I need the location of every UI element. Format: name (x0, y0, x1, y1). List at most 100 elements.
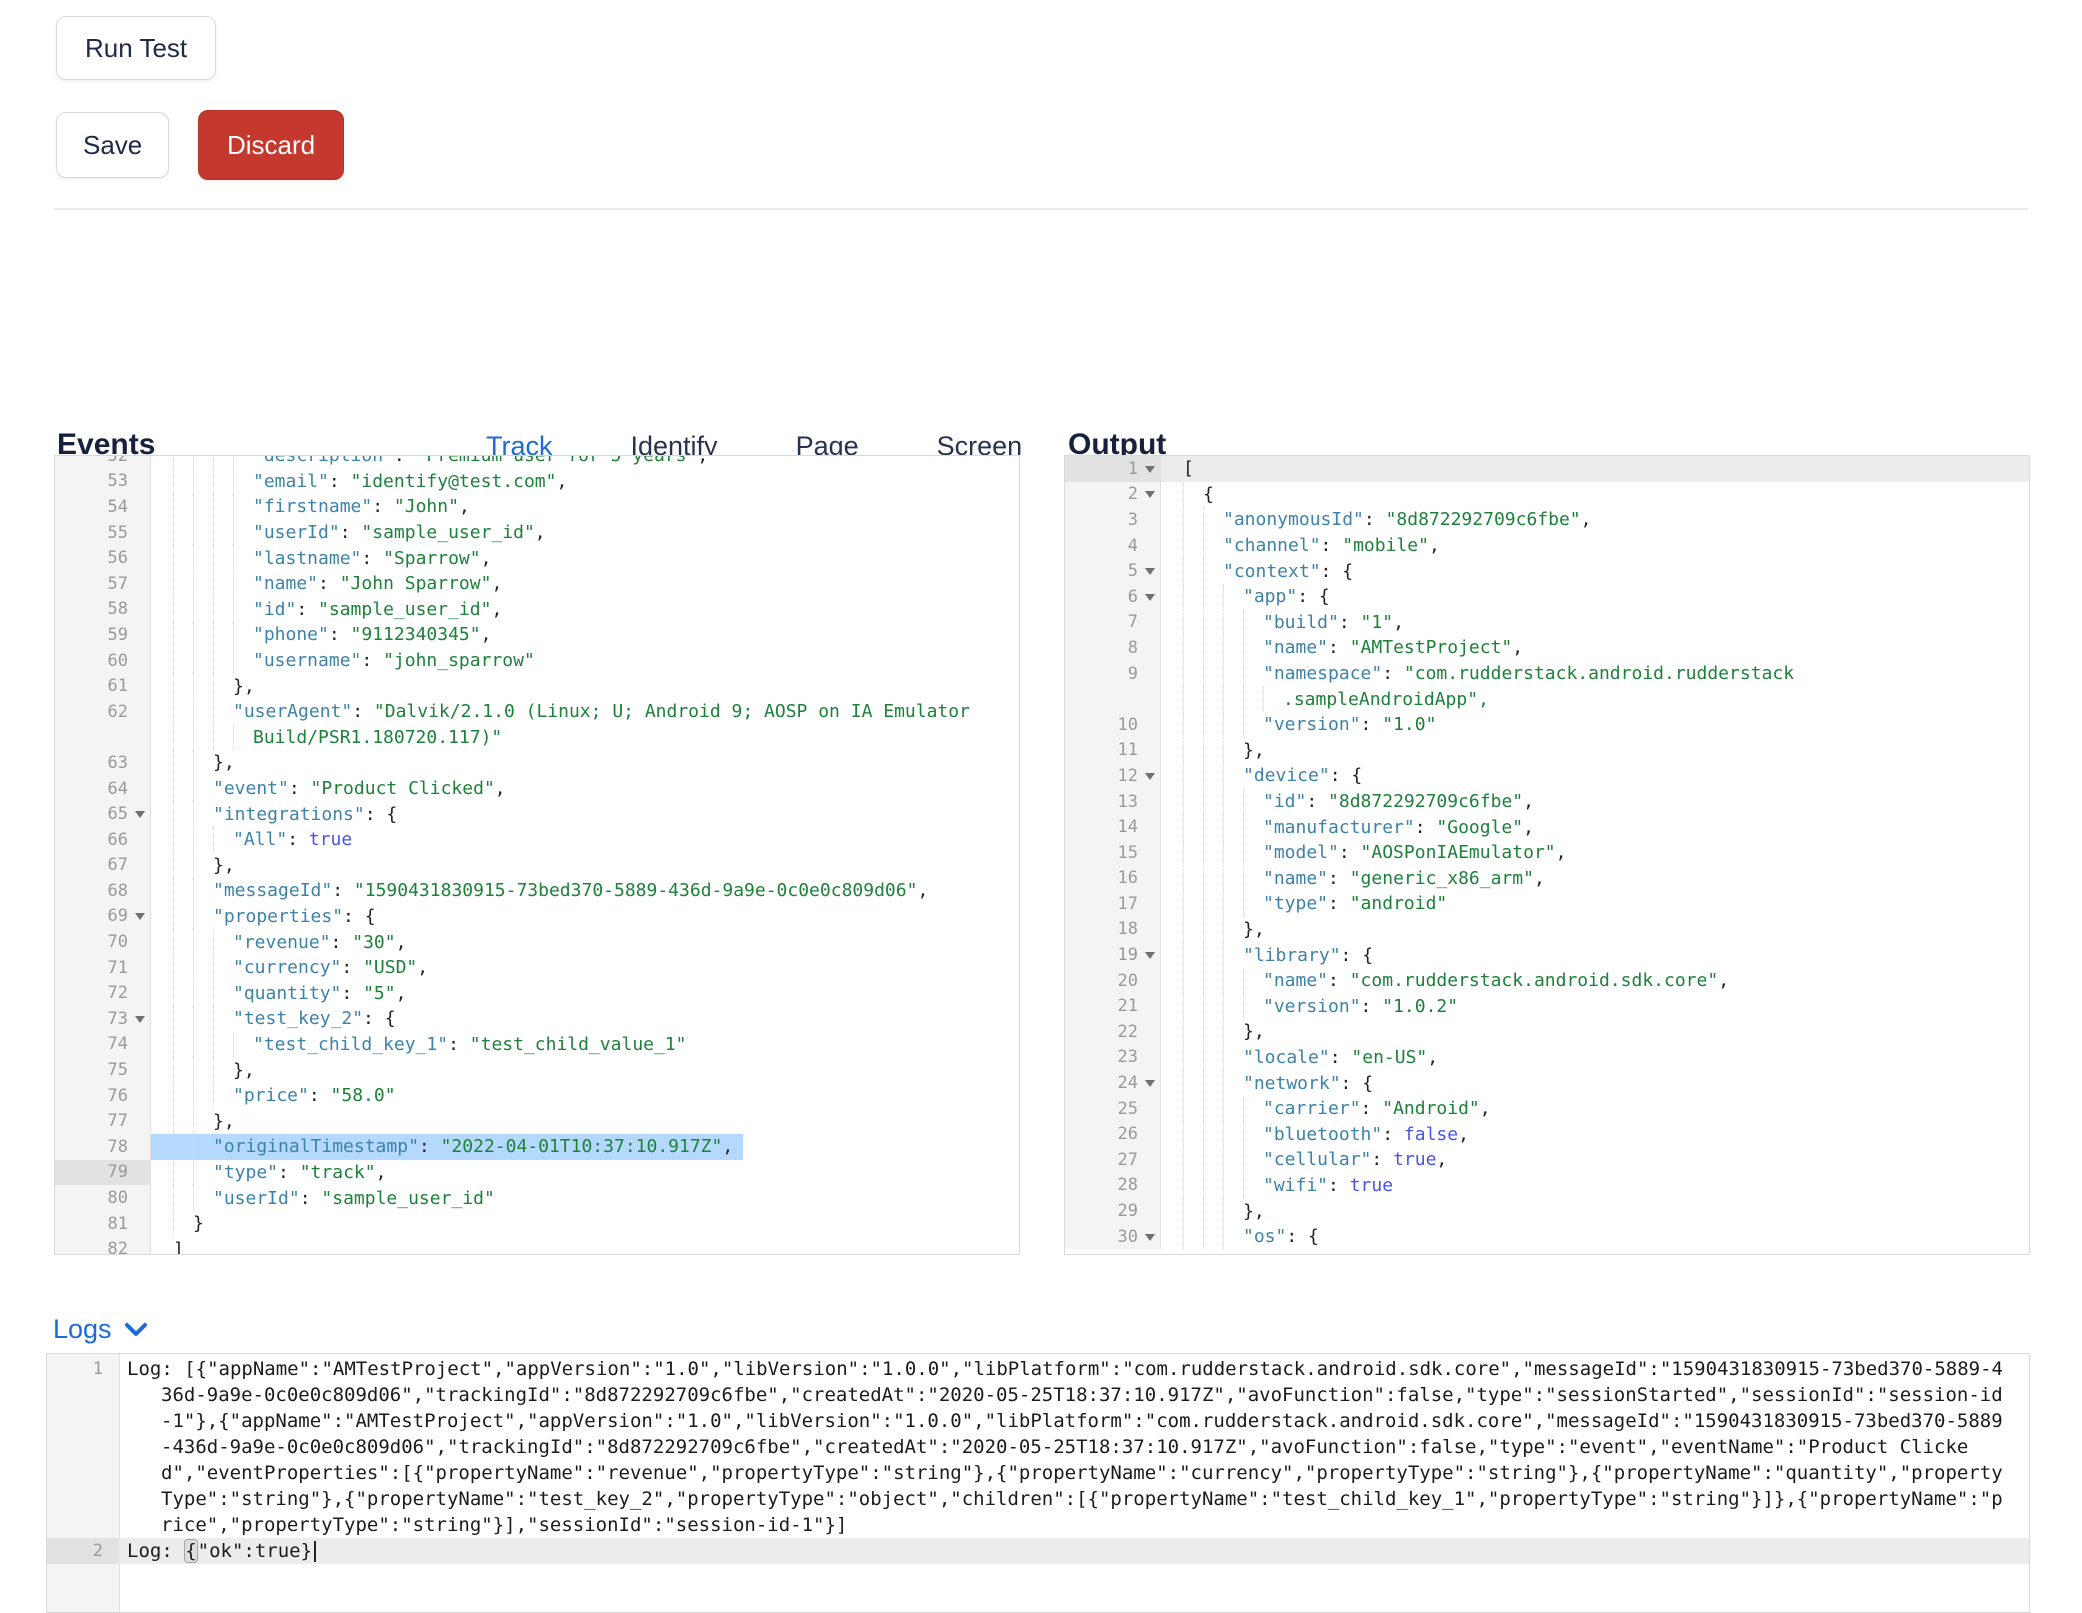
line-number: 21 (1118, 996, 1138, 1016)
line-number: 67 (108, 855, 128, 875)
fold-arrow-icon[interactable] (135, 1016, 145, 1023)
line-number: 9 (1128, 664, 1138, 684)
logs-toggle[interactable]: Logs (53, 1314, 148, 1345)
log-line: 2Log: {"ok":true} (47, 1538, 2029, 1564)
code-line: 12"device": { (1065, 763, 2029, 789)
line-number: 82 (108, 1239, 128, 1255)
fold-arrow-icon[interactable] (1145, 1234, 1155, 1241)
code-line: 13"id": "8d872292709c6fbe", (1065, 789, 2029, 815)
line-number: 7 (1128, 612, 1138, 632)
code-line: 73"test_key_2": { (55, 1006, 1019, 1032)
line-number: 23 (1118, 1047, 1138, 1067)
code-line: 52"description": "Premium user for 5 yea… (55, 455, 1019, 469)
line-number: 11 (1118, 740, 1138, 760)
line-number: 57 (108, 574, 128, 594)
line-number: 63 (108, 753, 128, 773)
line-number: 30 (1118, 1227, 1138, 1247)
code-line: 67}, (55, 853, 1019, 879)
code-line: 76"price": "58.0" (55, 1083, 1019, 1109)
code-line: 54"firstname": "John", (55, 494, 1019, 520)
code-line: 8"name": "AMTestProject", (1065, 635, 2029, 661)
code-line: 22}, (1065, 1019, 2029, 1045)
line-number: 75 (108, 1060, 128, 1080)
code-line: 29}, (1065, 1198, 2029, 1224)
code-line: 9"namespace": "com.rudderstack.android.r… (1065, 661, 2029, 687)
line-number: 70 (108, 932, 128, 952)
code-line: 2{ (1065, 482, 2029, 508)
output-json-viewer[interactable]: 1[2{3"anonymousId": "8d872292709c6fbe",4… (1064, 455, 2030, 1255)
line-number: 19 (1118, 945, 1138, 965)
line-number: 26 (1118, 1124, 1138, 1144)
fold-arrow-icon[interactable] (1145, 466, 1155, 473)
code-line: 69"properties": { (55, 904, 1019, 930)
code-line: 63}, (55, 750, 1019, 776)
line-number: 29 (1118, 1201, 1138, 1221)
code-line: 5"context": { (1065, 558, 2029, 584)
line-number: 17 (1118, 894, 1138, 914)
line-number: 15 (1118, 843, 1138, 863)
code-line: 20"name": "com.rudderstack.android.sdk.c… (1065, 968, 2029, 994)
events-json-editor[interactable]: 52"description": "Premium user for 5 yea… (54, 455, 1020, 1255)
line-number: 58 (108, 599, 128, 619)
fold-arrow-icon[interactable] (1145, 568, 1155, 575)
line-number: 66 (108, 830, 128, 850)
code-line: 27"cellular": true, (1065, 1147, 2029, 1173)
line-number: 68 (108, 881, 128, 901)
line-number: 73 (108, 1009, 128, 1029)
code-line: 70"revenue": "30", (55, 929, 1019, 955)
line-number: 27 (1118, 1150, 1138, 1170)
code-line: 30"os": { (1065, 1224, 2029, 1250)
code-line: 77}, (55, 1108, 1019, 1134)
line-number: 8 (1128, 638, 1138, 658)
fold-arrow-icon[interactable] (135, 913, 145, 920)
line-number: 14 (1118, 817, 1138, 837)
line-number: 72 (108, 983, 128, 1003)
line-number: 54 (108, 497, 128, 517)
save-button[interactable]: Save (56, 112, 169, 178)
code-line: 65"integrations": { (55, 801, 1019, 827)
code-line: 16"name": "generic_x86_arm", (1065, 866, 2029, 892)
code-line: 66"All": true (55, 827, 1019, 853)
discard-button[interactable]: Discard (198, 110, 344, 180)
line-number: 24 (1118, 1073, 1138, 1093)
code-line: 53"email": "identify@test.com", (55, 469, 1019, 495)
code-line: 19"library": { (1065, 942, 2029, 968)
logs-label-text: Logs (53, 1314, 112, 1345)
run-test-button[interactable]: Run Test (56, 16, 216, 80)
code-line: 55"userId": "sample_user_id", (55, 520, 1019, 546)
fold-arrow-icon[interactable] (135, 811, 145, 818)
code-line: 75}, (55, 1057, 1019, 1083)
fold-arrow-icon[interactable] (1145, 1080, 1155, 1087)
line-number: 74 (108, 1034, 128, 1054)
line-number: 18 (1118, 919, 1138, 939)
code-line: 79"type": "track", (55, 1160, 1019, 1186)
code-line: 7"build": "1", (1065, 610, 2029, 636)
code-line: 21"version": "1.0.2" (1065, 993, 2029, 1019)
code-line: 64"event": "Product Clicked", (55, 776, 1019, 802)
line-number: 55 (108, 523, 128, 543)
code-line: 10"version": "1.0" (1065, 712, 2029, 738)
code-line: 6"app": { (1065, 584, 2029, 610)
line-number: 71 (108, 958, 128, 978)
fold-arrow-icon[interactable] (1145, 594, 1155, 601)
code-line: 56"lastname": "Sparrow", (55, 545, 1019, 571)
code-line: 17"type": "android" (1065, 891, 2029, 917)
fold-arrow-icon[interactable] (1145, 491, 1155, 498)
log-line: 1Log: [{"appName":"AMTestProject","appVe… (47, 1356, 2029, 1538)
line-number: 5 (1128, 561, 1138, 581)
code-line: 71"currency": "USD", (55, 955, 1019, 981)
line-number: 69 (108, 906, 128, 926)
code-line: 81} (55, 1211, 1019, 1237)
code-line: 15"model": "AOSPonIAEmulator", (1065, 840, 2029, 866)
logs-console[interactable]: 1Log: [{"appName":"AMTestProject","appVe… (46, 1353, 2030, 1613)
line-number: 25 (1118, 1099, 1138, 1119)
line-number: 4 (1128, 536, 1138, 556)
line-number: 53 (108, 471, 128, 491)
fold-arrow-icon[interactable] (1145, 952, 1155, 959)
fold-arrow-icon[interactable] (1145, 773, 1155, 780)
bracket-match: { (184, 1539, 197, 1563)
line-number: 3 (1128, 510, 1138, 530)
line-number: 56 (108, 548, 128, 568)
line-number: 22 (1118, 1022, 1138, 1042)
line-number: 64 (108, 779, 128, 799)
